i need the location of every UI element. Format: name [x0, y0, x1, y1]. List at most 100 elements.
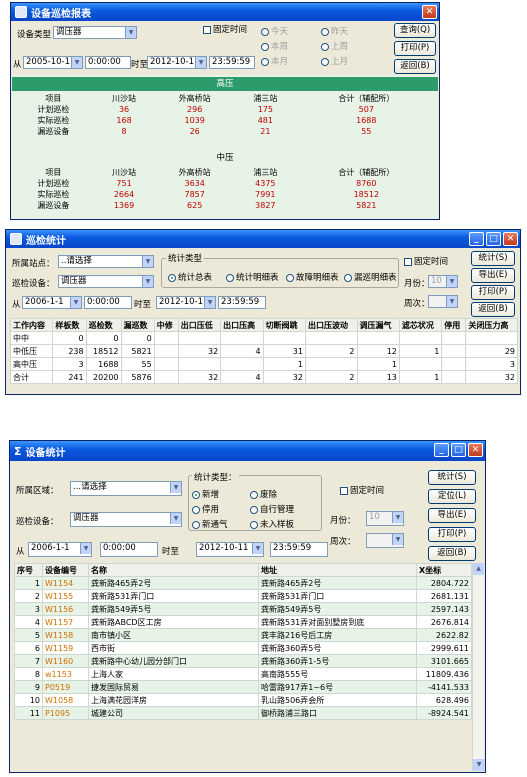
fixed-time-checkbox[interactable]: 固定时间	[203, 23, 247, 35]
device-type-select[interactable]: 调压器 ▼	[53, 26, 137, 39]
chevron-down-icon: ▼	[252, 543, 263, 554]
to-time-field[interactable]: 23:59:59	[270, 542, 328, 557]
yesterday-radio[interactable]: 昨天	[321, 25, 348, 37]
radio-new[interactable]: 新增	[192, 488, 219, 500]
this-month-radio[interactable]: 本月	[261, 55, 288, 67]
minimize-icon[interactable]: _	[434, 443, 449, 457]
week-label: 周次：	[404, 299, 430, 309]
to-label: 时至	[131, 60, 149, 70]
maximize-icon[interactable]: □	[486, 232, 501, 246]
month-select[interactable]: 10 ▼	[428, 275, 458, 288]
locate-button[interactable]: 定位(L)	[428, 489, 476, 504]
vertical-scrollbar[interactable]: ▲ ▼	[472, 563, 485, 771]
week-select[interactable]: ▼	[366, 533, 404, 548]
week-select[interactable]: ▼	[428, 295, 458, 308]
back-button[interactable]: 返回(B)	[428, 546, 476, 561]
stats-button[interactable]: 统计(S)	[428, 470, 476, 485]
close-icon[interactable]: ✕	[503, 232, 518, 246]
scroll-down-arrow[interactable]: ▼	[473, 759, 485, 771]
to-date-picker[interactable]: 2012-10-11 ▼	[147, 56, 207, 69]
column-header: 出口压高	[220, 318, 264, 332]
fixed-time-checkbox[interactable]: 固定时间	[340, 484, 384, 496]
print-button[interactable]: 打印(P)	[428, 527, 476, 542]
stat-type-label: 统计类型：	[192, 471, 239, 483]
stats-button[interactable]: 统计(S)	[471, 251, 515, 266]
today-radio[interactable]: 今天	[261, 25, 288, 37]
radio-removed[interactable]: 废除	[250, 488, 277, 500]
month-select[interactable]: 10 ▼	[366, 511, 404, 526]
window-title: 设备统计	[25, 447, 66, 459]
table-row[interactable]: 7 W1160 龚新路中心幼儿园分部门口 龚新路360弄1-5号 3101.665	[14, 654, 472, 668]
radio-disabled[interactable]: 停用	[192, 503, 219, 515]
to-date-picker[interactable]: 2012-10-11 ▼	[156, 296, 216, 309]
area-select[interactable]: ...请选择 ▼	[70, 481, 182, 496]
table-row[interactable]: 2 W1155 龚新路531弄门口 龚新路531弄门口 2681.131	[14, 589, 472, 603]
column-header: 合计（辅配所）	[338, 94, 395, 103]
radio-summary[interactable]: 统计总表	[168, 271, 212, 283]
radio-self-managed[interactable]: 自行管理	[250, 503, 294, 515]
export-button[interactable]: 导出(E)	[428, 508, 476, 523]
chevron-down-icon: ▼	[142, 256, 153, 267]
table-row[interactable]: 高中压 3 1688 55 1 1 3	[9, 357, 518, 371]
table-row: 计划巡检 751 3634 4375 8760	[37, 179, 377, 188]
column-header: 项目	[45, 168, 62, 177]
area-label: 所属区域：	[16, 486, 59, 496]
query-button[interactable]: 查询(Q)	[394, 23, 436, 38]
table-row[interactable]: 9 P0519 捷发国际贸易 哈雷路917弄1~6号 -4141.533	[14, 680, 472, 694]
from-date-picker[interactable]: 2005-10-11 ▼	[23, 56, 83, 69]
table-row[interactable]: 4 W1157 龚新路ABCD区工房 龚新路531弄对面别墅房到底 2676.814	[14, 615, 472, 629]
this-week-radio[interactable]: 本周	[261, 40, 288, 52]
stats-table: 工作内容 样板数 巡检数 漏巡数 中修 出口压低 出口压高 切断阀跳 出口压波动 调压漏气 滤芯状况…	[9, 318, 518, 384]
column-header: 川沙站	[112, 168, 137, 177]
from-time-field[interactable]: 0:00:00	[100, 542, 158, 557]
month-label: 月份：	[330, 516, 356, 526]
to-time-field[interactable]: 23:59:59	[209, 56, 255, 69]
device-select[interactable]: 调压器 ▼	[58, 275, 154, 288]
radio-not-sample[interactable]: 未入样板	[250, 518, 294, 530]
radio-missed[interactable]: 漏巡明细表	[344, 271, 397, 283]
from-time-field[interactable]: 0:00:00	[84, 296, 132, 309]
chevron-down-icon: ▼	[70, 297, 81, 308]
print-button[interactable]: 打印(P)	[394, 41, 436, 56]
inspection-stats-window: 巡检统计 _ □ ✕ 所属站点： ..请选择 ▼ 巡检设备： 调压器 ▼ 统计类型 统计…	[5, 229, 521, 395]
to-date-picker[interactable]: 2012-10-11 ▼	[196, 542, 264, 557]
device-stats-window: Σ 设备统计 _ □ ✕ 所属区域： ...请选择 ▼ 巡检设备： 调压器 ▼ 统计类型：…	[9, 440, 486, 773]
radio-detail[interactable]: 统计明细表	[226, 271, 279, 283]
close-icon[interactable]: ✕	[422, 5, 437, 19]
from-date-picker[interactable]: 2006-1-1 ▼	[22, 296, 82, 309]
to-time-field[interactable]: 23:59:59	[218, 296, 266, 309]
table-row[interactable]: 10 W1058 上海满花园洋房 乳山路506弄会所 628.496	[14, 693, 472, 707]
column-header: 出口压低	[177, 318, 222, 332]
table-row[interactable]: 合计 241 20200 5876 32 4 32 2 13 1 32	[9, 370, 518, 384]
table-row[interactable]: 中低压 238 18512 5821 32 4 31 2 12 1 29	[9, 344, 518, 358]
print-button[interactable]: 打印(P)	[471, 285, 515, 300]
table-header-row: 项目 川沙站 外高桥站 浦三站 合计（辅配所）	[13, 167, 437, 178]
chevron-down-icon: ▼	[446, 296, 457, 307]
back-button[interactable]: 返回(B)	[471, 302, 515, 317]
from-date-picker[interactable]: 2006-1-1 ▼	[28, 542, 92, 557]
fixed-time-checkbox[interactable]: 固定时间	[404, 255, 448, 267]
scroll-up-arrow[interactable]: ▲	[473, 563, 484, 575]
export-button[interactable]: 导出(E)	[471, 268, 515, 283]
table-row[interactable]: 3 W1156 龚新路549弄5号 龚新路549弄5号 2597.143	[14, 602, 472, 616]
station-select[interactable]: ..请选择 ▼	[58, 255, 154, 268]
from-time-field[interactable]: 0:00:00	[85, 56, 131, 69]
table-row[interactable]: 5 W1158 南市镇小区 龚丰路216号后工房 2622.82	[14, 628, 472, 642]
table-row[interactable]: 6 W1159 西市街 龚新路360弄5号 2999.611	[14, 641, 472, 655]
back-button[interactable]: 返回(B)	[394, 59, 436, 74]
last-month-radio[interactable]: 上月	[321, 55, 348, 67]
table-row[interactable]: 中中 0 0 0	[9, 331, 518, 345]
column-header: 巡检数	[85, 318, 122, 332]
device-select[interactable]: 调压器 ▼	[70, 512, 182, 527]
chevron-down-icon: ▼	[71, 57, 82, 68]
radio-fault[interactable]: 故障明细表	[286, 271, 339, 283]
close-icon[interactable]: ✕	[468, 443, 483, 457]
table-row[interactable]: 1 W1154 龚新路465弄2号 龚新路465弄2号 2804.722	[14, 576, 472, 590]
table-row[interactable]: 8 w1153 上海人家 高南路555号 11809.436	[14, 667, 472, 681]
minimize-icon[interactable]: _	[469, 232, 484, 246]
maximize-icon[interactable]: □	[451, 443, 466, 457]
radio-new-gas[interactable]: 新通气	[192, 518, 228, 530]
last-week-radio[interactable]: 上周	[321, 40, 348, 52]
table-row: 计划巡检 36 296 175 507	[37, 105, 374, 114]
table-row[interactable]: 11 P1095 城建公司 御桥路浦三路口 -8924.541	[14, 706, 472, 720]
